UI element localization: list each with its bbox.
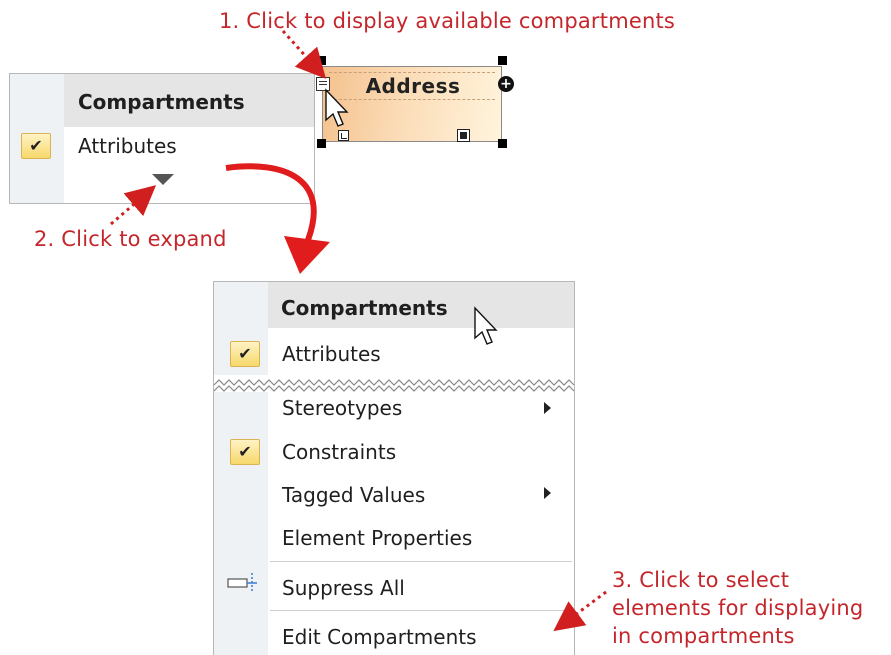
menu-item-tagged-values[interactable]: Tagged Values [282, 483, 425, 507]
expand-curve-arrowhead [284, 236, 330, 274]
expand-arrow-icon[interactable] [152, 174, 174, 186]
step1-annotation: 1. Click to display available compartmen… [219, 9, 676, 33]
menu-separator [270, 610, 572, 611]
selection-handle[interactable] [498, 56, 507, 65]
attributes-check-icon[interactable]: ✔ [21, 133, 51, 159]
menu-gutter [214, 282, 268, 655]
element-title: Address [365, 74, 461, 98]
selection-handle[interactable] [317, 139, 326, 148]
menu-item-edit-compartments[interactable]: Edit Compartments [282, 625, 477, 649]
step1-arrow [281, 29, 327, 79]
menu-header-label: Compartments [281, 296, 448, 320]
menu-item-element-properties[interactable]: Element Properties [282, 526, 472, 550]
step3-annotation-line1: 3. Click to select [612, 568, 790, 592]
attributes-check-icon[interactable]: ✔ [230, 341, 260, 367]
menu-item-suppress-all[interactable]: Suppress All [282, 576, 405, 600]
smart-manipulator-icon[interactable] [457, 129, 470, 142]
menu-item-attributes[interactable]: Attributes [282, 342, 381, 366]
address-element[interactable]: Address [322, 66, 502, 142]
menu-separator [270, 561, 572, 562]
menu-item-stereotypes[interactable]: Stereotypes [282, 396, 402, 420]
selection-handle[interactable] [317, 56, 326, 65]
submenu-arrow-icon [544, 402, 551, 414]
submenu-arrow-icon [544, 487, 551, 499]
step3-annotation-line2: elements for displaying [612, 596, 864, 620]
step3-annotation-line3: in compartments [612, 624, 795, 648]
suppress-icon [227, 573, 257, 591]
resize-icon[interactable] [338, 130, 349, 141]
compartments-menu-collapsed: Compartments ✔ Attributes [9, 73, 315, 204]
menu-item-attributes[interactable]: Attributes [78, 134, 177, 158]
compartment-divider [329, 72, 495, 73]
step2-annotation: 2. Click to expand [34, 227, 227, 251]
compartments-button-icon[interactable] [316, 77, 330, 91]
compartments-menu-expanded: Compartments ✔ Attributes Stereotypes ✔ … [213, 281, 575, 655]
menu-item-constraints[interactable]: Constraints [282, 440, 396, 464]
selection-handle[interactable] [498, 139, 507, 148]
add-element-icon[interactable]: + [498, 76, 514, 92]
compartment-divider [329, 99, 495, 100]
constraints-check-icon[interactable]: ✔ [230, 439, 260, 465]
menu-header-label: Compartments [78, 90, 245, 114]
